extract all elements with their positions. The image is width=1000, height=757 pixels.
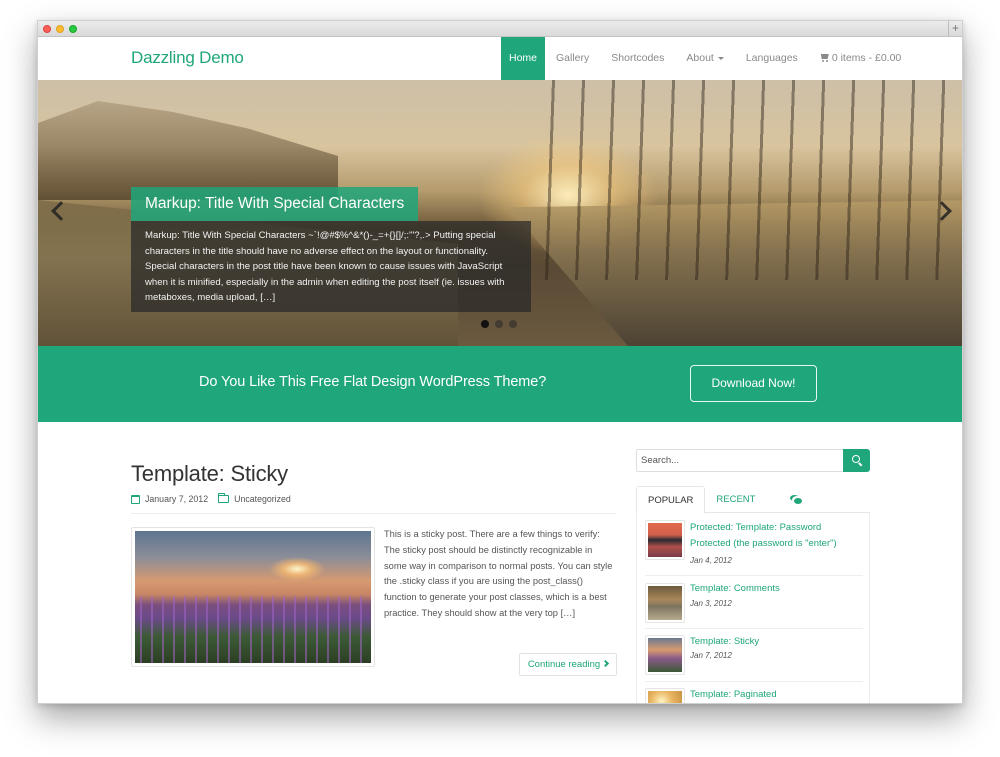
slide-caption: Markup: Title With Special Characters ~`… [131,221,531,312]
popular-posts-panel: Protected: Template: Password Protected … [636,513,870,703]
hero-slider: Markup: Title With Special Characters Ma… [38,80,962,346]
slide-title[interactable]: Markup: Title With Special Characters [131,187,419,221]
browser-window: + Dazzling Demo Home Gallery Shortcodes … [37,20,963,704]
beach-rocks-image [648,586,682,620]
list-item: Template: Comments Jan 3, 2012 [645,576,863,629]
list-item-thumbnail[interactable] [645,520,685,560]
window-titlebar: + [38,21,962,37]
post-meta: January 7, 2012 Uncategorized [131,493,291,504]
site-navbar: Dazzling Demo Home Gallery Shortcodes Ab… [38,37,962,80]
list-item-title[interactable]: Protected: Template: Password Protected … [690,520,860,551]
close-window-button[interactable] [43,25,51,33]
slide-image-trees-left [38,101,338,200]
slider-dot-3[interactable] [509,320,517,328]
search-icon [852,455,860,463]
search-input[interactable] [636,449,843,472]
list-item: Protected: Template: Password Protected … [645,520,863,576]
nav-item-shortcodes[interactable]: Shortcodes [600,37,675,80]
chevron-right-icon [602,659,610,668]
folder-icon [218,493,230,503]
nav-item-about-label: About [686,52,714,64]
main-nav: Home Gallery Shortcodes About Languages … [501,37,912,80]
site-brand[interactable]: Dazzling Demo [131,48,244,68]
list-item-thumbnail[interactable] [645,635,685,675]
lavender-field-thumb-image [648,638,682,672]
post-date[interactable]: January 7, 2012 [145,494,208,504]
shopping-cart-icon [820,54,830,62]
post-title[interactable]: Template: Sticky [131,461,288,487]
comments-icon [790,494,803,504]
nav-item-cart[interactable]: 0 items - £0.00 [809,37,912,80]
calendar-icon [131,494,140,504]
nav-item-home[interactable]: Home [501,37,545,80]
continue-reading-button[interactable]: Continue reading [519,653,617,676]
list-item: Template: Paginated Jan 8, 2012 [645,682,863,703]
list-item-title[interactable]: Template: Sticky [690,634,860,650]
post-excerpt: This is a sticky post. There are a few t… [384,529,613,618]
lavender-flowers-overlay [135,596,371,663]
tab-recent[interactable]: RECENT [705,486,766,513]
list-item-thumbnail[interactable] [645,688,685,703]
list-item-date: Jan 3, 2012 [690,599,732,608]
post-thumbnail[interactable] [131,527,375,667]
list-item-title[interactable]: Template: Comments [690,581,860,597]
post-divider [131,513,616,514]
slider-next-button[interactable] [934,200,954,220]
tab-comments[interactable] [766,486,818,513]
wheat-sunset-image [648,691,682,703]
minimize-window-button[interactable] [56,25,64,33]
cart-label: 0 items - £0.00 [831,52,902,64]
tab-popular[interactable]: POPULAR [636,486,706,514]
new-tab-button[interactable]: + [948,21,962,37]
slide-image-trees [538,80,962,280]
slider-dot-2[interactable] [495,320,503,328]
caret-down-icon [717,56,724,60]
post-category[interactable]: Uncategorized [234,494,291,504]
list-item-date: Jan 7, 2012 [690,651,732,660]
list-item-date: Jan 4, 2012 [690,556,732,565]
list-item: Template: Sticky Jan 7, 2012 [645,629,863,682]
nav-item-about[interactable]: About [675,37,734,80]
slider-prev-button[interactable] [48,200,68,220]
screenshot-stage: + Dazzling Demo Home Gallery Shortcodes … [0,0,1000,757]
list-item-title[interactable]: Template: Paginated [690,687,860,703]
nav-item-gallery[interactable]: Gallery [545,37,600,80]
slider-indicators [481,320,517,328]
cta-banner: Do You Like This Free Flat Design WordPr… [38,346,962,422]
nav-item-languages[interactable]: Languages [735,37,809,80]
list-item-thumbnail[interactable] [645,583,685,623]
zoom-window-button[interactable] [69,25,77,33]
continue-reading-label: Continue reading [527,659,601,670]
slider-dot-1[interactable] [481,320,489,328]
sidebar-tabs: POPULAR RECENT [636,486,870,514]
search-button[interactable] [843,449,870,472]
main-content: Template: Sticky January 7, 2012 Uncateg… [38,422,962,703]
download-now-button[interactable]: Download Now! [690,365,817,402]
mountain-sunset-image [648,523,682,557]
cta-text: Do You Like This Free Flat Design WordPr… [199,374,547,390]
